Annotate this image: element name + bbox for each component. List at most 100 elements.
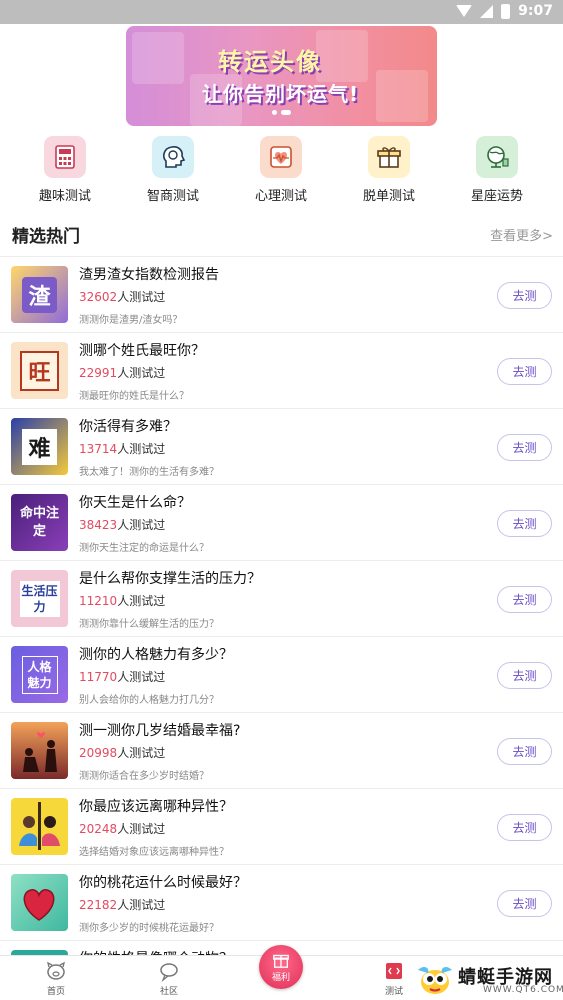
promo-banner[interactable]: 转运头像 让你告别坏运气! bbox=[126, 26, 437, 126]
tab-community[interactable]: 社区 bbox=[139, 960, 199, 997]
list-item[interactable]: 你最应该远离哪种异性？ 20248人测试过 选择结婚对象应该远离哪种异性？ 去测 bbox=[0, 788, 563, 864]
category-label: 心理测试 bbox=[254, 189, 307, 204]
item-title: 测哪个姓氏最旺你？ bbox=[79, 343, 205, 359]
thumb-text: 生活压力 bbox=[19, 580, 60, 617]
giftbox-icon bbox=[368, 136, 410, 178]
thumb-text: 旺 bbox=[20, 350, 59, 391]
see-more-link[interactable]: 查看更多> bbox=[490, 225, 553, 244]
thumb-text: 渣 bbox=[22, 276, 57, 313]
back-to-back-icon bbox=[19, 802, 60, 850]
go-test-button[interactable]: 去测 bbox=[497, 282, 552, 309]
item-title: 你最应该远离哪种异性？ bbox=[79, 799, 233, 815]
signal-icon bbox=[480, 4, 494, 18]
go-test-button[interactable]: 去测 bbox=[497, 510, 552, 537]
go-test-button[interactable]: 去测 bbox=[497, 738, 552, 765]
go-test-button[interactable]: 去测 bbox=[497, 586, 552, 613]
calculator-icon bbox=[44, 136, 86, 178]
go-test-button[interactable]: 去测 bbox=[497, 358, 552, 385]
category-label: 趣味测试 bbox=[38, 189, 91, 204]
item-thumbnail: 生活压力 bbox=[11, 570, 68, 627]
status-time: 9:07 bbox=[518, 3, 553, 19]
tab-home[interactable]: 首页 bbox=[26, 960, 86, 997]
go-test-button[interactable]: 去测 bbox=[497, 814, 552, 841]
item-description: 别人会给你的人格魅力打几分？ bbox=[79, 695, 219, 706]
category-horoscope[interactable]: 星座运势 bbox=[452, 136, 542, 204]
battery-icon bbox=[501, 3, 511, 19]
category-label: 星座运势 bbox=[470, 189, 523, 204]
watermark-url: WWW.QT6.COM bbox=[483, 985, 563, 995]
item-thumbnail: 渣 bbox=[11, 266, 68, 323]
brain-icon bbox=[152, 136, 194, 178]
item-title: 你活得有多难？ bbox=[79, 419, 177, 435]
tab-welfare[interactable]: 福利 bbox=[259, 945, 303, 989]
list-item[interactable]: 渣 渣男渣女指数检测报告 32602人测试过 测测你是渣男/渣女吗？ 去测 bbox=[0, 256, 563, 332]
banner-title: 转运头像 bbox=[218, 48, 322, 76]
section-header: 精选热门 查看更多> bbox=[12, 222, 553, 248]
item-thumbnail: 命中注定 bbox=[11, 494, 68, 551]
pagination-dot-active bbox=[281, 110, 291, 115]
item-thumbnail bbox=[11, 874, 68, 931]
item-count: 22182人测试过 bbox=[79, 898, 166, 912]
list-item[interactable]: 人格魅力 测你的人格魅力有多少？ 11770人测试过 别人会给你的人格魅力打几分… bbox=[0, 636, 563, 712]
item-title: 渣男渣女指数检测报告 bbox=[79, 267, 219, 283]
item-thumbnail: 旺 bbox=[11, 342, 68, 399]
pig-face-icon bbox=[45, 960, 67, 982]
wifi-icon bbox=[456, 5, 473, 17]
list-item[interactable]: 你的桃花运什么时候最好？ 22182人测试过 测你多少岁的时候桃花运最好？ 去测 bbox=[0, 864, 563, 940]
go-test-button[interactable]: 去测 bbox=[497, 662, 552, 689]
section-title: 精选热门 bbox=[12, 227, 80, 247]
item-count: 11770人测试过 bbox=[79, 670, 166, 684]
item-description: 选择结婚对象应该远离哪种异性？ bbox=[79, 847, 229, 858]
item-count: 11210人测试过 bbox=[79, 594, 166, 608]
dragonfly-logo-icon bbox=[418, 966, 452, 994]
item-description: 测测你适合在多少岁时结婚？ bbox=[79, 771, 209, 782]
item-thumbnail: 人格魅力 bbox=[11, 646, 68, 703]
item-description: 测最旺你的姓氏是什么？ bbox=[79, 391, 189, 402]
go-test-button[interactable]: 去测 bbox=[497, 434, 552, 461]
banner-photo-tile bbox=[132, 32, 184, 84]
item-title: 测一测你几岁结婚最幸福? bbox=[79, 723, 241, 739]
item-thumbnail bbox=[11, 722, 68, 779]
tab-label: 首页 bbox=[46, 987, 65, 997]
item-title: 你天生是什么命？ bbox=[79, 495, 191, 511]
code-test-icon bbox=[383, 960, 405, 982]
item-description: 测测你靠什么缓解生活的压力？ bbox=[79, 619, 219, 630]
item-count: 20248人测试过 bbox=[79, 822, 166, 836]
gift-icon bbox=[273, 954, 289, 968]
item-thumbnail: 难 bbox=[11, 418, 68, 475]
banner-subtitle: 让你告别坏运气! bbox=[202, 82, 360, 106]
tab-label: 社区 bbox=[159, 987, 178, 997]
item-description: 我太难了！测你的生活有多难？ bbox=[79, 467, 219, 478]
status-bar: 9:07 bbox=[0, 0, 563, 24]
item-title: 测你的人格魅力有多少？ bbox=[79, 647, 233, 663]
pagination-dot bbox=[272, 110, 277, 115]
item-title: 你的桃花运什么时候最好？ bbox=[79, 875, 247, 891]
category-psych-test[interactable]: 心理测试 bbox=[236, 136, 326, 204]
item-count: 32602人测试过 bbox=[79, 290, 166, 304]
item-count: 13714人测试过 bbox=[79, 442, 166, 456]
site-watermark: 蜻蜓手游网 WWW.QT6.COM bbox=[413, 960, 563, 1000]
banner-pagination bbox=[272, 110, 291, 115]
list-item[interactable]: 测一测你几岁结婚最幸福? 20998人测试过 测测你适合在多少岁时结婚？ 去测 bbox=[0, 712, 563, 788]
thumb-text: 难 bbox=[22, 428, 57, 465]
banner-photo-tile bbox=[376, 70, 428, 122]
list-item[interactable]: 旺 测哪个姓氏最旺你？ 22991人测试过 测最旺你的姓氏是什么？ 去测 bbox=[0, 332, 563, 408]
category-grid: 趣味测试 智商测试 心理测试 脱单测试 星座运势 bbox=[0, 136, 563, 206]
chat-bubble-icon bbox=[158, 960, 180, 982]
category-dating-test[interactable]: 脱单测试 bbox=[344, 136, 434, 204]
thumb-text: 人格魅力 bbox=[21, 655, 58, 694]
list-item[interactable]: 生活压力 是什么帮你支撑生活的压力？ 11210人测试过 测测你靠什么缓解生活的… bbox=[0, 560, 563, 636]
thumb-text: 命中注定 bbox=[19, 505, 59, 539]
go-test-button[interactable]: 去测 bbox=[497, 890, 552, 917]
globe-icon bbox=[476, 136, 518, 178]
heart-icon bbox=[23, 889, 55, 921]
category-iq-test[interactable]: 智商测试 bbox=[128, 136, 218, 204]
list-item[interactable]: 难 你活得有多难？ 13714人测试过 我太难了！测你的生活有多难？ 去测 bbox=[0, 408, 563, 484]
item-count: 22991人测试过 bbox=[79, 366, 166, 380]
item-thumbnail bbox=[11, 798, 68, 855]
category-fun-test[interactable]: 趣味测试 bbox=[20, 136, 110, 204]
item-count: 38423人测试过 bbox=[79, 518, 166, 532]
couple-silhouette-icon bbox=[23, 732, 57, 772]
list-item[interactable]: 命中注定 你天生是什么命？ 38423人测试过 测你天生注定的命运是什么？ 去测 bbox=[0, 484, 563, 560]
item-description: 测你天生注定的命运是什么？ bbox=[79, 543, 209, 554]
